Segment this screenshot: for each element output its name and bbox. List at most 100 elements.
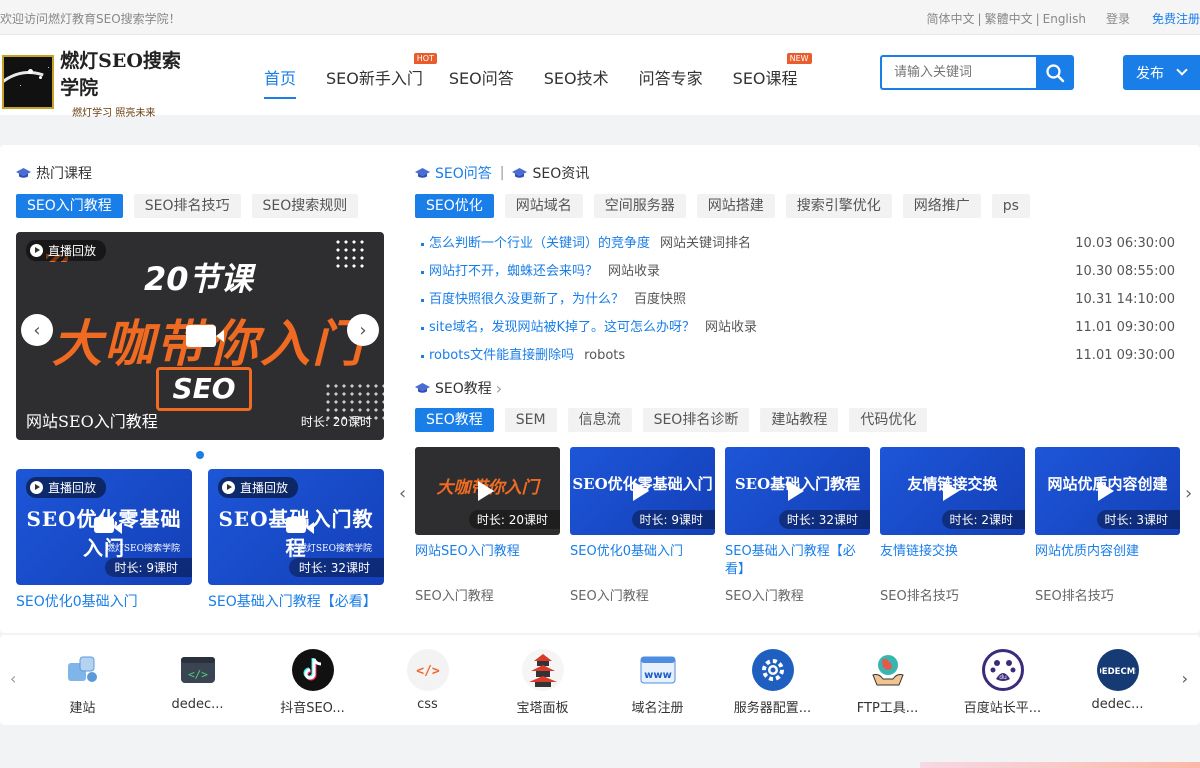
list-item[interactable]: robots文件能直接删除吗 robots 11.01 09:30:00 — [415, 342, 1200, 370]
divider: | — [977, 11, 982, 26]
seo-course-title[interactable]: SEO教程 — [435, 378, 492, 398]
lang-simplified-link[interactable]: 简体中文 — [927, 10, 975, 27]
tool-name: css — [417, 697, 438, 712]
carousel-prev-button[interactable]: ‹ — [21, 314, 53, 346]
tab-sem[interactable]: SEM — [504, 408, 557, 432]
tab-ps[interactable]: ps — [991, 194, 1030, 218]
seo-news-title[interactable]: SEO资讯 — [532, 163, 589, 183]
tab-domain[interactable]: 网站域名 — [504, 194, 583, 218]
nav-label: SEO问答 — [448, 69, 514, 88]
course-card[interactable]: 网站优质内容创建 时长: 3课时 网站优质内容创建 SEO排名技巧 — [1035, 447, 1180, 604]
tool-item[interactable]: www 域名注册 — [600, 649, 715, 716]
nav-qa-experts[interactable]: 问答专家 — [639, 65, 703, 99]
question-category[interactable]: 网站收录 — [705, 320, 757, 336]
tab-seo-optimize[interactable]: SEO优化 — [415, 194, 494, 218]
tab-seo-ranking[interactable]: SEO排名技巧 — [133, 194, 241, 218]
tools-prev-button[interactable]: ‹ — [10, 669, 16, 688]
tab-site-build[interactable]: 网站搭建 — [696, 194, 775, 218]
lang-traditional-link[interactable]: 繁體中文 — [985, 10, 1033, 27]
course-thumbnail: SEO优化零基础入门 时长: 9课时 — [570, 447, 715, 535]
tab-server[interactable]: 空间服务器 — [593, 194, 686, 218]
login-link[interactable]: 登录 — [1106, 10, 1130, 27]
course-title[interactable]: 友情链接交换 — [880, 543, 1025, 581]
hot-courses-title: 热门课程 — [36, 166, 92, 182]
search-input[interactable] — [880, 55, 1036, 90]
course-category[interactable]: SEO排名技巧 — [880, 585, 1025, 604]
tools-next-button[interactable]: › — [1182, 669, 1188, 688]
question-link[interactable]: 百度快照很久没更新了，为什么？ — [429, 292, 624, 308]
tool-item[interactable]: du 百度站长平... — [945, 649, 1060, 716]
lang-english-link[interactable]: English — [1043, 12, 1086, 26]
course-card[interactable]: 大咖带你入门 时长: 20课时 网站SEO入门教程 SEO入门教程 — [415, 447, 560, 604]
question-link[interactable]: 网站打不开，蜘蛛还会来吗？ — [429, 264, 598, 280]
course-category[interactable]: SEO排名技巧 — [1035, 585, 1180, 604]
course-card[interactable]: 友情链接交换 时长: 2课时 友情链接交换 SEO排名技巧 — [880, 447, 1025, 604]
tab-seo-intro[interactable]: SEO入门教程 — [16, 194, 123, 218]
course-category[interactable]: SEO入门教程 — [415, 585, 560, 604]
tab-feed-ads[interactable]: 信息流 — [567, 408, 632, 432]
tool-item[interactable]: 建站 — [25, 649, 140, 716]
nav-seo-tech[interactable]: SEO技术 — [544, 65, 609, 99]
nav-seo-qa[interactable]: SEO问答 — [449, 65, 514, 99]
list-item[interactable]: 百度快照很久没更新了，为什么？ 百度快照 10.31 14:10:00 — [415, 286, 1200, 314]
question-link[interactable]: site域名，发现网站被K掉了。这可怎么办呀？ — [429, 320, 695, 336]
course-title[interactable]: 网站SEO入门教程 — [415, 543, 560, 581]
tab-code-optimize[interactable]: 代码优化 — [849, 408, 928, 432]
tab-marketing[interactable]: 网络推广 — [902, 194, 981, 218]
nav-seo-course[interactable]: SEO课程 NEW — [733, 53, 812, 99]
question-category[interactable]: robots — [584, 348, 625, 364]
tool-item[interactable]: FTP工具... — [830, 649, 945, 716]
course-title[interactable]: 网站优质内容创建 — [1035, 543, 1180, 581]
tab-ranking-diagnosis[interactable]: SEO排名诊断 — [642, 408, 750, 432]
course-thumbnail: SEO基础入门教程 时长: 32课时 — [725, 447, 870, 535]
section-title: SEO教程 › — [415, 378, 1200, 398]
carousel-next-button[interactable]: › — [347, 314, 379, 346]
nav-home[interactable]: 首页 — [264, 65, 297, 99]
tool-item[interactable]: 宝塔面板 — [485, 649, 600, 716]
tool-name: 宝塔面板 — [516, 701, 569, 716]
tool-item[interactable]: 服务器配置... — [715, 649, 830, 716]
chevron-right-icon[interactable]: › — [496, 379, 502, 398]
question-category[interactable]: 网站收录 — [608, 264, 660, 280]
nav-seo-beginner[interactable]: SEO新手入门 HOT — [326, 53, 437, 99]
course-banner[interactable]: 20节课 大咖带你入门 SEO 直播回放 网站SEO入门教程 时长: 20课时 … — [16, 232, 384, 440]
question-link[interactable]: 怎么判断一个行业（关键词）的竞争度 — [429, 236, 650, 252]
tab-search-engine[interactable]: 搜索引擎优化 — [785, 194, 892, 218]
site-logo[interactable]: 燃灯SEO搜索学院 燃灯学习 照亮未来 — [2, 50, 192, 119]
course-title[interactable]: SEO基础入门教程【必看】 — [208, 591, 384, 611]
tab-seo-rules[interactable]: SEO搜索规则 — [251, 194, 359, 218]
course-card[interactable]: SEO基础入门教程 时长: 32课时 SEO基础入门教程【必看】 SEO入门教程 — [725, 447, 870, 604]
course-category[interactable]: SEO入门教程 — [570, 585, 715, 604]
search-button[interactable] — [1036, 55, 1074, 90]
question-category[interactable]: 百度快照 — [634, 292, 686, 308]
tab-seo-tutorial[interactable]: SEO教程 — [415, 408, 494, 432]
list-item[interactable]: 网站打不开，蜘蛛还会来吗？ 网站收录 10.30 08:55:00 — [415, 258, 1200, 286]
svg-text:DEDECMS: DEDECMS — [1100, 667, 1136, 677]
course-card[interactable]: SEO优化零基础入门 燃灯SEO搜索学院 直播回放 时长: 9课时 SEO优化0… — [16, 469, 192, 611]
course-title[interactable]: SEO优化0基础入门 — [16, 591, 192, 611]
question-category[interactable]: 网站关键词排名 — [660, 236, 751, 252]
course-title[interactable]: SEO优化0基础入门 — [570, 543, 715, 581]
course-thumbnail: 大咖带你入门 时长: 20课时 — [415, 447, 560, 535]
tool-item[interactable]: </> css — [370, 649, 485, 716]
publish-button[interactable]: 发布 — [1123, 55, 1200, 90]
course-title[interactable]: SEO基础入门教程【必看】 — [725, 543, 870, 581]
register-link[interactable]: 免费注册 — [1152, 10, 1200, 27]
course-card[interactable]: SEO基础入门教程 燃灯SEO搜索学院 直播回放 时长: 32课时 SEO基础入… — [208, 469, 384, 611]
live-replay-badge: 直播回放 — [26, 477, 107, 498]
carousel-dot[interactable] — [196, 451, 204, 459]
question-link[interactable]: robots文件能直接删除吗 — [429, 348, 574, 364]
tab-build-tutorial[interactable]: 建站教程 — [760, 408, 839, 432]
list-item[interactable]: 怎么判断一个行业（关键词）的竞争度 网站关键词排名 10.03 06:30:00 — [415, 230, 1200, 258]
carousel-next-button[interactable]: › — [1185, 483, 1192, 504]
graduation-cap-icon — [415, 167, 430, 178]
list-item[interactable]: site域名，发现网站被K掉了。这可怎么办呀？ 网站收录 11.01 09:30:0… — [415, 314, 1200, 342]
tool-item[interactable]: 抖音SEO... — [255, 649, 370, 716]
course-category[interactable]: SEO入门教程 — [725, 585, 870, 604]
carousel-prev-button[interactable]: ‹ — [399, 483, 406, 504]
course-card[interactable]: SEO优化零基础入门 时长: 9课时 SEO优化0基础入门 SEO入门教程 — [570, 447, 715, 604]
tool-item[interactable]: </> dedec... — [140, 649, 255, 716]
seo-qa-title[interactable]: SEO问答 — [435, 163, 492, 183]
tool-item[interactable]: DEDECMS dedec... — [1060, 649, 1175, 716]
section-title: 热门课程 — [16, 163, 384, 183]
